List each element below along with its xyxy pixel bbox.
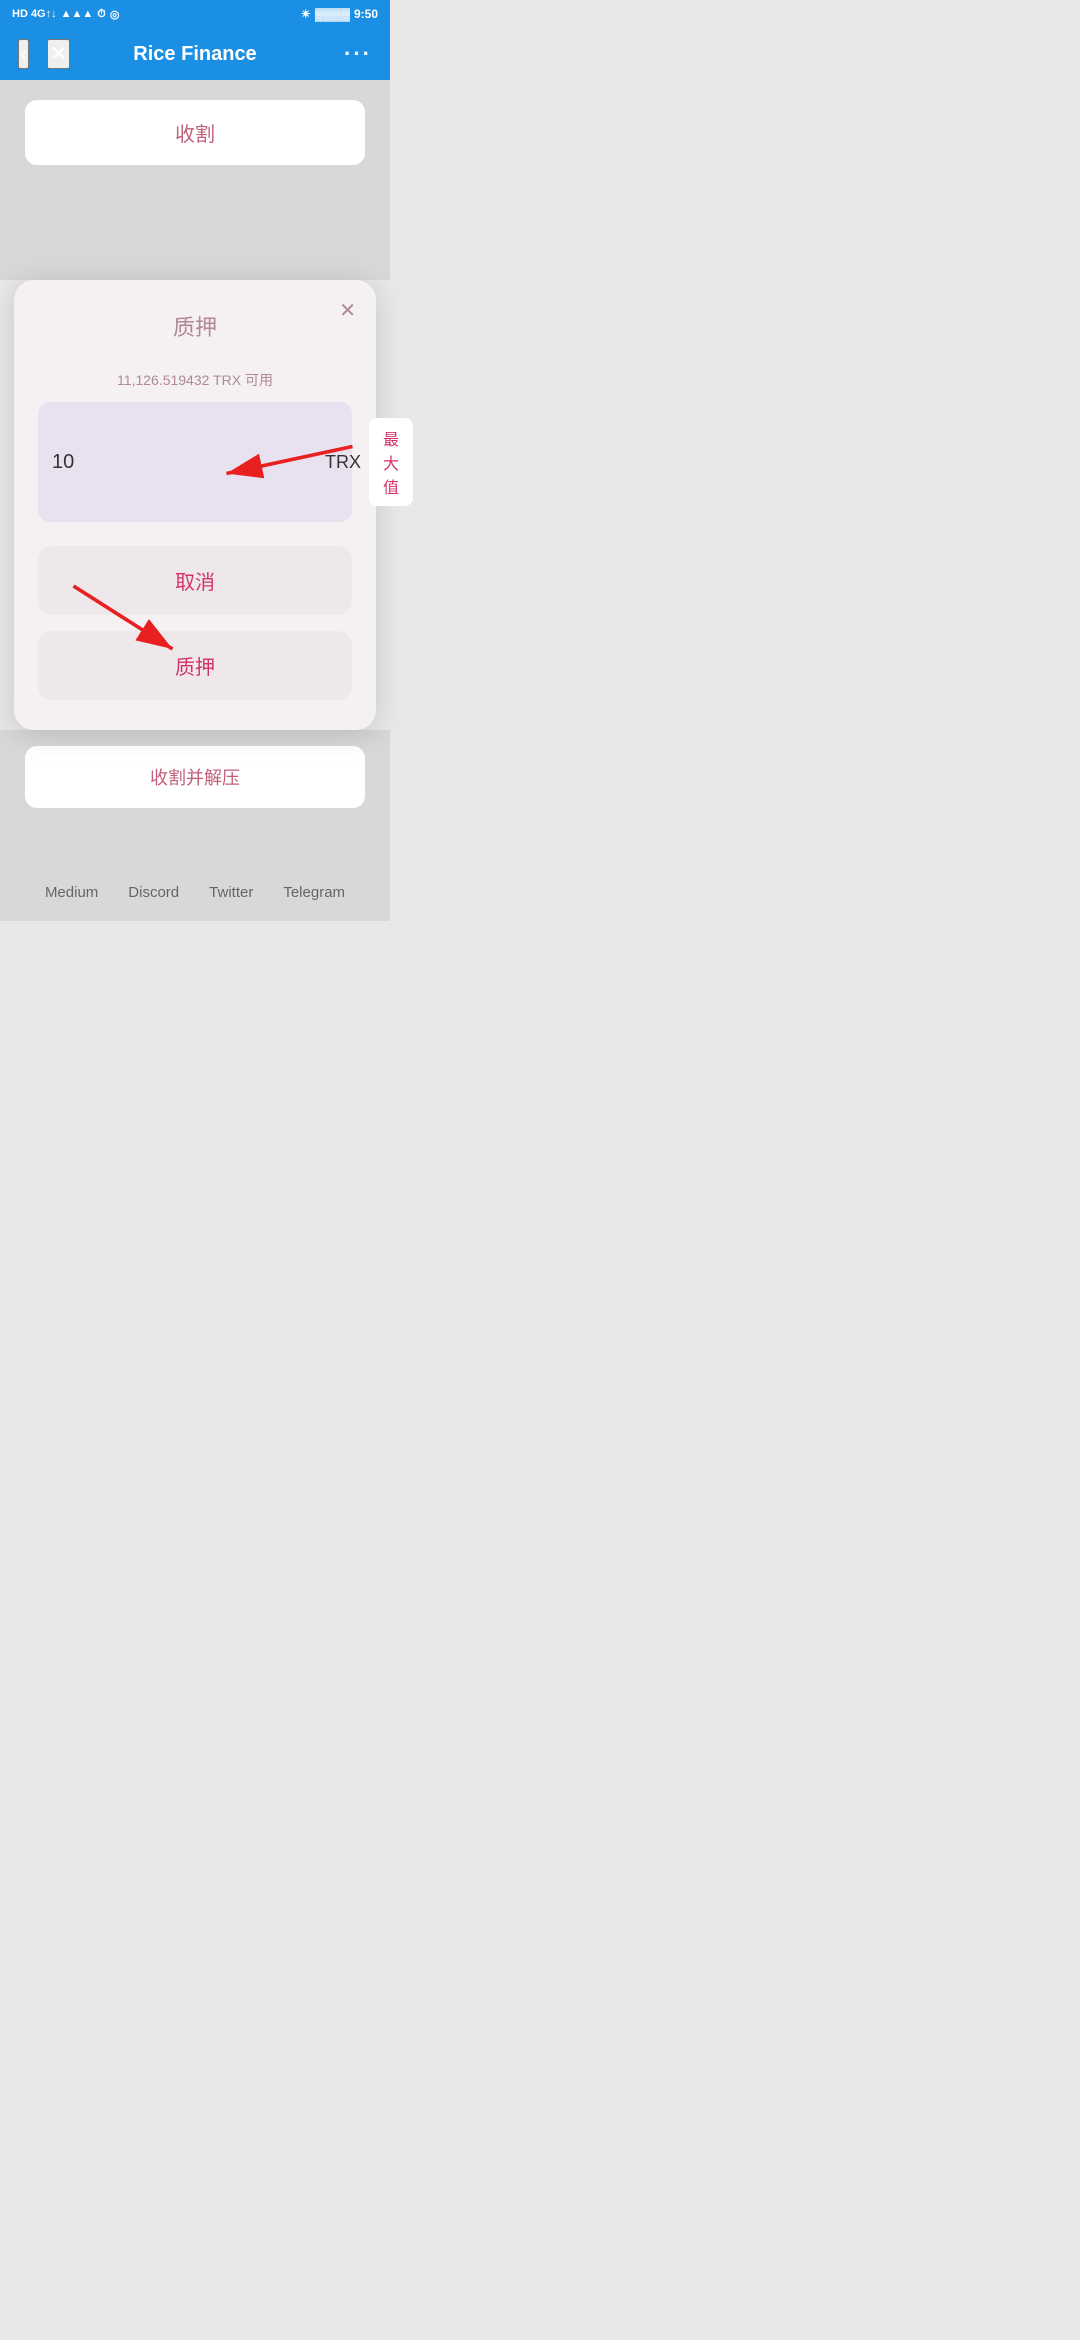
amount-input-row: TRX 最大值 — [38, 402, 352, 522]
status-gps: ◎ — [110, 8, 120, 21]
footer: Medium Discord Twitter Telegram — [0, 864, 390, 921]
status-bar: HD 4G↑↓ ▲▲▲ ⏱ ◎ ✴ ▓▓▓▓ 9:50 — [0, 0, 390, 28]
footer-link-twitter[interactable]: Twitter — [209, 884, 253, 901]
background-content-bottom: 收割并解压 — [0, 730, 390, 864]
bluetooth-icon: ✴ — [301, 7, 311, 21]
harvest-decompress-button[interactable]: 收割并解压 — [25, 746, 365, 808]
nav-left: ‹ ✕ — [18, 39, 70, 69]
nav-bar: ‹ ✕ Rice Finance ··· — [0, 28, 390, 80]
pledge-modal: ✕ 质押 11,126.519432 TRX 可用 TRX 最大值 取消 质押 — [14, 280, 376, 730]
back-button[interactable]: ‹ — [18, 39, 29, 69]
modal-title: 质押 — [38, 310, 352, 342]
cancel-button[interactable]: 取消 — [38, 546, 352, 615]
modal-wrapper: ✕ 质押 11,126.519432 TRX 可用 TRX 最大值 取消 质押 — [0, 280, 390, 730]
available-balance-text: 11,126.519432 TRX 可用 — [38, 370, 352, 390]
background-content-top: 收割 — [0, 80, 390, 280]
status-signal: HD 4G↑↓ — [12, 8, 57, 20]
footer-link-discord[interactable]: Discord — [128, 884, 179, 901]
harvest-button-top[interactable]: 收割 — [25, 100, 365, 165]
status-wifi: ▲▲▲ — [61, 8, 94, 20]
status-timer: ⏱ — [97, 8, 106, 21]
time-display: 9:50 — [354, 7, 378, 21]
status-left: HD 4G↑↓ ▲▲▲ ⏱ ◎ — [12, 8, 120, 21]
more-button[interactable]: ··· — [344, 41, 372, 67]
page-title: Rice Finance — [133, 43, 256, 66]
close-button[interactable]: ✕ — [47, 39, 69, 69]
footer-link-telegram[interactable]: Telegram — [283, 884, 345, 901]
pledge-button[interactable]: 质押 — [38, 631, 352, 700]
amount-input[interactable] — [52, 451, 317, 474]
footer-link-medium[interactable]: Medium — [45, 884, 98, 901]
modal-close-button[interactable]: ✕ — [339, 298, 356, 323]
currency-label: TRX — [325, 452, 361, 473]
max-value-button[interactable]: 最大值 — [369, 418, 413, 506]
battery-icon: ▓▓▓▓ — [315, 7, 350, 21]
status-right: ✴ ▓▓▓▓ 9:50 — [301, 7, 378, 21]
